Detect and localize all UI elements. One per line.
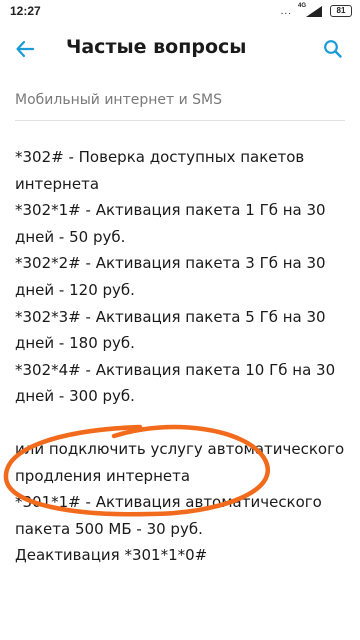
back-button[interactable] [10, 34, 40, 64]
faq-line: *301*1# - Активация автоматического паке… [15, 493, 322, 538]
battery-icon: 81 [330, 5, 352, 17]
page-title: Частые вопросы [66, 36, 247, 58]
network-type: 4G [298, 2, 307, 9]
status-bar: 12:27 ... 4G 81 [0, 0, 360, 22]
notification-dots: ... [280, 5, 292, 17]
status-time: 12:27 [10, 4, 41, 18]
search-icon [324, 40, 342, 58]
signal-icon: 4G [298, 2, 324, 17]
status-icons: ... 4G 81 [280, 2, 352, 17]
search-button[interactable] [318, 34, 348, 64]
faq-line: *302*1# - Активация пакета 1 Гб на 30 дн… [15, 201, 326, 246]
section-title: Мобильный интернет и SMS [15, 92, 223, 108]
faq-answer: *302# - Поверка доступных пакетов интерн… [15, 144, 350, 569]
faq-line: *302*4# - Активация пакета 10 Гб на 30 д… [15, 360, 336, 406]
app-bar: Частые вопросы [0, 22, 360, 76]
faq-line: *302# - Поверка доступных пакетов интерн… [15, 148, 305, 193]
highlighted-text: или подключить услугу автоматического пр… [15, 439, 345, 485]
arrow-left-icon [16, 40, 35, 58]
faq-line: *302*2# - Активация пакета 3 Гб на 30 дн… [15, 254, 326, 299]
divider [15, 120, 345, 121]
faq-line: *302*3# - Активация пакета 5 Гб на 30 дн… [15, 307, 326, 353]
faq-line: Деактивация *301*1*0# [15, 546, 208, 565]
